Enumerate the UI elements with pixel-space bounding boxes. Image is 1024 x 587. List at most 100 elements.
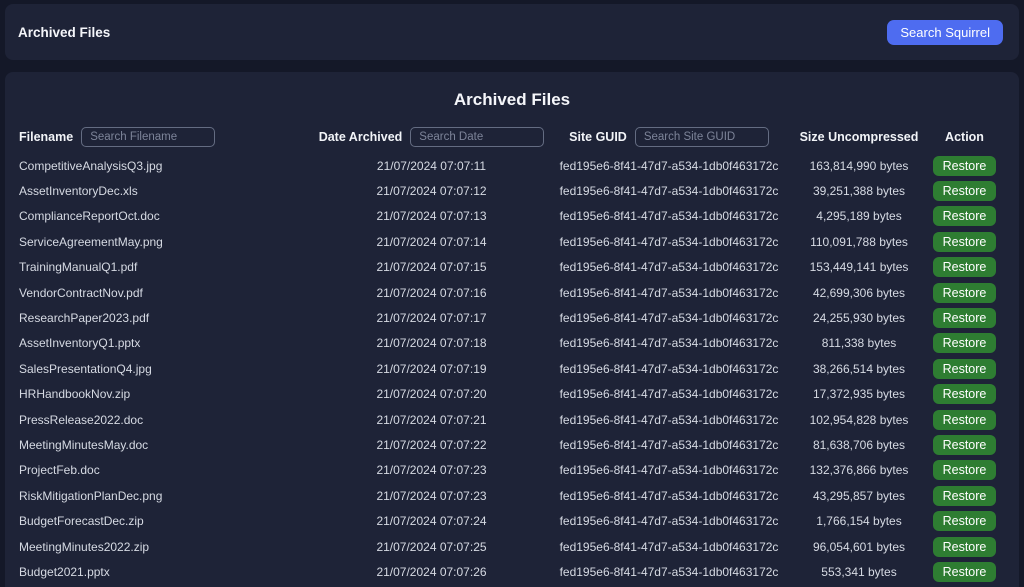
restore-button[interactable]: Restore (933, 562, 997, 582)
guid-column-label: Site GUID (569, 130, 627, 144)
filename-cell: ProjectFeb.doc (19, 463, 319, 477)
filename-cell: MeetingMinutes2022.zip (19, 540, 319, 554)
restore-button[interactable]: Restore (933, 486, 997, 506)
size-cell: 38,266,514 bytes (794, 362, 924, 376)
date-archived-cell: 21/07/2024 07:07:24 (319, 514, 544, 528)
action-cell: Restore (924, 156, 1005, 176)
date-archived-cell: 21/07/2024 07:07:16 (319, 286, 544, 300)
size-cell: 24,255,930 bytes (794, 311, 924, 325)
site-guid-cell: fed195e6-8f41-47d7-a534-1db0f463172c (544, 362, 794, 376)
date-archived-cell: 21/07/2024 07:07:21 (319, 413, 544, 427)
size-cell: 102,954,828 bytes (794, 413, 924, 427)
action-cell: Restore (924, 359, 1005, 379)
page-title: Archived Files (5, 90, 1019, 110)
action-cell: Restore (924, 232, 1005, 252)
action-cell: Restore (924, 511, 1005, 531)
table-row: BudgetForecastDec.zip 21/07/2024 07:07:2… (5, 508, 1019, 533)
restore-button[interactable]: Restore (933, 511, 997, 531)
restore-button[interactable]: Restore (933, 257, 997, 277)
guid-search-input[interactable] (635, 127, 769, 147)
guid-column-header: Site GUID (544, 127, 794, 147)
app-title: Archived Files (18, 25, 110, 40)
action-cell: Restore (924, 384, 1005, 404)
restore-button[interactable]: Restore (933, 283, 997, 303)
action-cell: Restore (924, 460, 1005, 480)
date-archived-cell: 21/07/2024 07:07:22 (319, 438, 544, 452)
action-cell: Restore (924, 435, 1005, 455)
filename-cell: AssetInventoryQ1.pptx (19, 336, 319, 350)
size-cell: 163,814,990 bytes (794, 159, 924, 173)
date-archived-cell: 21/07/2024 07:07:12 (319, 184, 544, 198)
table-body: CompetitiveAnalysisQ3.jpg 21/07/2024 07:… (5, 153, 1019, 585)
size-cell: 1,766,154 bytes (794, 514, 924, 528)
site-guid-cell: fed195e6-8f41-47d7-a534-1db0f463172c (544, 235, 794, 249)
table-row: AssetInventoryQ1.pptx 21/07/2024 07:07:1… (5, 331, 1019, 356)
filename-cell: CompetitiveAnalysisQ3.jpg (19, 159, 319, 173)
restore-button[interactable]: Restore (933, 410, 997, 430)
site-guid-cell: fed195e6-8f41-47d7-a534-1db0f463172c (544, 209, 794, 223)
site-guid-cell: fed195e6-8f41-47d7-a534-1db0f463172c (544, 438, 794, 452)
site-guid-cell: fed195e6-8f41-47d7-a534-1db0f463172c (544, 540, 794, 554)
restore-button[interactable]: Restore (933, 308, 997, 328)
table-row: AssetInventoryDec.xls 21/07/2024 07:07:1… (5, 178, 1019, 203)
size-cell: 17,372,935 bytes (794, 387, 924, 401)
table-row: SalesPresentationQ4.jpg 21/07/2024 07:07… (5, 356, 1019, 381)
filename-cell: VendorContractNov.pdf (19, 286, 319, 300)
size-cell: 4,295,189 bytes (794, 209, 924, 223)
date-archived-cell: 21/07/2024 07:07:19 (319, 362, 544, 376)
size-cell: 132,376,866 bytes (794, 463, 924, 477)
size-cell: 553,341 bytes (794, 565, 924, 579)
filename-cell: ResearchPaper2023.pdf (19, 311, 319, 325)
restore-button[interactable]: Restore (933, 206, 997, 226)
table-row: RiskMitigationPlanDec.png 21/07/2024 07:… (5, 483, 1019, 508)
restore-button[interactable]: Restore (933, 333, 997, 353)
action-cell: Restore (924, 283, 1005, 303)
table-row: ProjectFeb.doc 21/07/2024 07:07:23 fed19… (5, 458, 1019, 483)
size-cell: 39,251,388 bytes (794, 184, 924, 198)
action-column-header: Action (924, 130, 1005, 144)
date-search-input[interactable] (410, 127, 544, 147)
restore-button[interactable]: Restore (933, 537, 997, 557)
site-guid-cell: fed195e6-8f41-47d7-a534-1db0f463172c (544, 159, 794, 173)
restore-button[interactable]: Restore (933, 435, 997, 455)
search-squirrel-button[interactable]: Search Squirrel (887, 20, 1003, 45)
restore-button[interactable]: Restore (933, 232, 997, 252)
size-cell: 110,091,788 bytes (794, 235, 924, 249)
date-column-label: Date Archived (319, 130, 403, 144)
date-archived-cell: 21/07/2024 07:07:20 (319, 387, 544, 401)
restore-button[interactable]: Restore (933, 181, 997, 201)
date-column-header: Date Archived (319, 127, 544, 147)
size-cell: 42,699,306 bytes (794, 286, 924, 300)
table-row: PressRelease2022.doc 21/07/2024 07:07:21… (5, 407, 1019, 432)
site-guid-cell: fed195e6-8f41-47d7-a534-1db0f463172c (544, 311, 794, 325)
action-column-label: Action (945, 130, 984, 144)
table-row: MeetingMinutes2022.zip 21/07/2024 07:07:… (5, 534, 1019, 559)
size-cell: 81,638,706 bytes (794, 438, 924, 452)
date-archived-cell: 21/07/2024 07:07:14 (319, 235, 544, 249)
site-guid-cell: fed195e6-8f41-47d7-a534-1db0f463172c (544, 336, 794, 350)
restore-button[interactable]: Restore (933, 156, 997, 176)
restore-button[interactable]: Restore (933, 384, 997, 404)
restore-button[interactable]: Restore (933, 460, 997, 480)
date-archived-cell: 21/07/2024 07:07:15 (319, 260, 544, 274)
site-guid-cell: fed195e6-8f41-47d7-a534-1db0f463172c (544, 463, 794, 477)
filename-cell: HRHandbookNov.zip (19, 387, 319, 401)
top-bar: Archived Files Search Squirrel (5, 4, 1019, 60)
table-row: CompetitiveAnalysisQ3.jpg 21/07/2024 07:… (5, 153, 1019, 178)
size-column-header: Size Uncompressed (794, 130, 924, 144)
size-cell: 811,338 bytes (794, 336, 924, 350)
date-archived-cell: 21/07/2024 07:07:25 (319, 540, 544, 554)
site-guid-cell: fed195e6-8f41-47d7-a534-1db0f463172c (544, 565, 794, 579)
restore-button[interactable]: Restore (933, 359, 997, 379)
filename-cell: BudgetForecastDec.zip (19, 514, 319, 528)
date-archived-cell: 21/07/2024 07:07:23 (319, 463, 544, 477)
date-archived-cell: 21/07/2024 07:07:11 (319, 159, 544, 173)
site-guid-cell: fed195e6-8f41-47d7-a534-1db0f463172c (544, 413, 794, 427)
filename-cell: AssetInventoryDec.xls (19, 184, 319, 198)
action-cell: Restore (924, 308, 1005, 328)
action-cell: Restore (924, 486, 1005, 506)
site-guid-cell: fed195e6-8f41-47d7-a534-1db0f463172c (544, 489, 794, 503)
filename-search-input[interactable] (81, 127, 215, 147)
date-archived-cell: 21/07/2024 07:07:13 (319, 209, 544, 223)
site-guid-cell: fed195e6-8f41-47d7-a534-1db0f463172c (544, 286, 794, 300)
